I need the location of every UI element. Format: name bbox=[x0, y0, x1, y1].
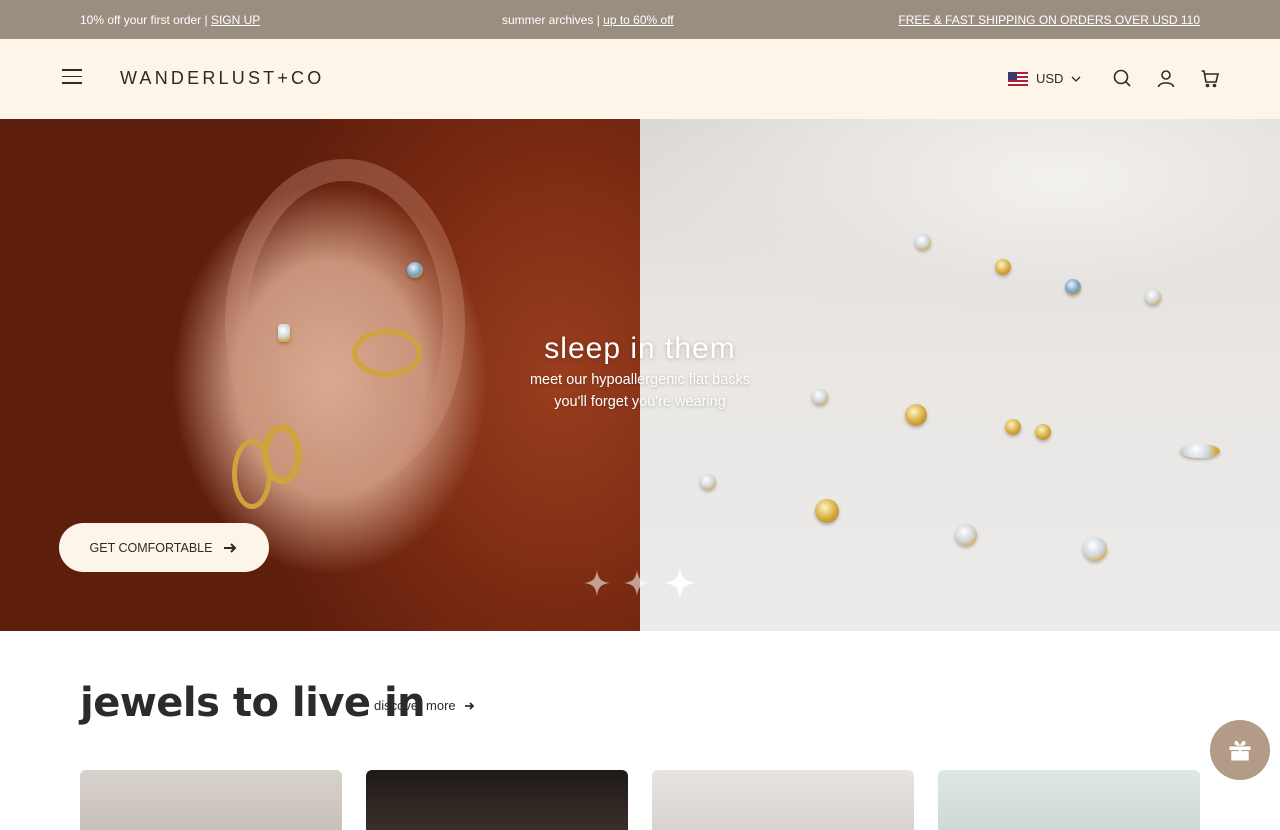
product-card[interactable] bbox=[366, 770, 628, 830]
archive-sale-link[interactable]: up to 60% off bbox=[603, 13, 674, 27]
currency-selector[interactable]: USD bbox=[1008, 71, 1081, 86]
promo-text: 10% off your first order | bbox=[80, 13, 211, 27]
cart-icon[interactable] bbox=[1200, 68, 1222, 90]
currency-label: USD bbox=[1036, 71, 1064, 86]
slide-indicators bbox=[584, 567, 696, 604]
flat-back-stud bbox=[1065, 279, 1081, 295]
arrow-right-icon bbox=[224, 542, 237, 553]
ear-shape bbox=[225, 159, 465, 489]
hero-title: sleep in them bbox=[544, 332, 736, 365]
slide-dot-1[interactable] bbox=[584, 570, 610, 601]
chevron-down-icon bbox=[1071, 76, 1081, 82]
gift-icon[interactable] bbox=[1210, 720, 1270, 780]
arrow-right-icon bbox=[464, 701, 474, 710]
flat-back-stud bbox=[1035, 424, 1051, 440]
product-card[interactable] bbox=[652, 770, 914, 830]
menu-icon[interactable] bbox=[62, 69, 82, 87]
hero-subtitle-line: you'll forget you're wearing bbox=[554, 394, 726, 410]
flat-back-stud bbox=[1180, 444, 1220, 458]
flat-back-stud bbox=[1083, 537, 1107, 561]
promo-message: 10% off your first order | SIGN UP bbox=[80, 13, 260, 27]
get-comfortable-button[interactable]: GET COMFORTABLE bbox=[59, 523, 269, 572]
slide-dot-3-active[interactable] bbox=[664, 567, 696, 604]
flat-back-stud bbox=[955, 524, 977, 546]
flat-back-stud bbox=[915, 234, 931, 250]
discover-more-link[interactable]: discover more bbox=[374, 698, 474, 713]
hero-subtitle: meet our hypoallergenic flat backs you'l… bbox=[0, 369, 1280, 413]
product-card[interactable] bbox=[938, 770, 1200, 830]
slide-dot-2[interactable] bbox=[624, 570, 650, 601]
logo[interactable]: WANDERLUST+CO bbox=[120, 68, 324, 89]
flat-back-stud bbox=[1005, 419, 1021, 435]
search-icon[interactable] bbox=[1112, 68, 1134, 90]
flat-back-stud bbox=[700, 474, 716, 490]
flag-icon bbox=[1008, 71, 1028, 86]
announcement-bar: 10% off your first order | SIGN UP summe… bbox=[0, 0, 1280, 39]
flat-back-stud bbox=[815, 499, 839, 523]
flat-back-stud bbox=[1145, 289, 1161, 305]
flat-back-stud bbox=[995, 259, 1011, 275]
hero-banner: sleep in them meet our hypoallergenic fl… bbox=[0, 119, 1280, 631]
site-header: WANDERLUST+CO USD bbox=[0, 39, 1280, 119]
cta-label: GET COMFORTABLE bbox=[89, 540, 213, 555]
product-cards bbox=[80, 770, 1200, 830]
archive-message: summer archives | up to 60% off bbox=[502, 13, 674, 27]
shipping-link[interactable]: FREE & FAST SHIPPING ON ORDERS OVER USD … bbox=[898, 13, 1200, 27]
archive-text: summer archives | bbox=[502, 13, 604, 27]
hero-subtitle-line: meet our hypoallergenic flat backs bbox=[529, 372, 751, 388]
product-card[interactable] bbox=[80, 770, 342, 830]
hoop-earring bbox=[262, 424, 302, 484]
earring-stud bbox=[407, 262, 423, 278]
discover-more-label: discover more bbox=[374, 698, 456, 713]
account-icon[interactable] bbox=[1156, 68, 1178, 90]
sign-up-link[interactable]: SIGN UP bbox=[211, 13, 260, 27]
